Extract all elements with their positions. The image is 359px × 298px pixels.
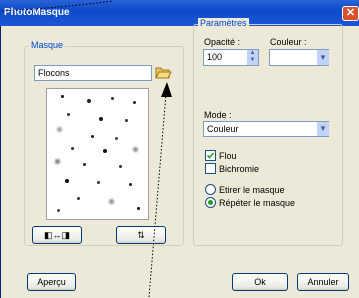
annotation-arrow <box>1 0 172 298</box>
